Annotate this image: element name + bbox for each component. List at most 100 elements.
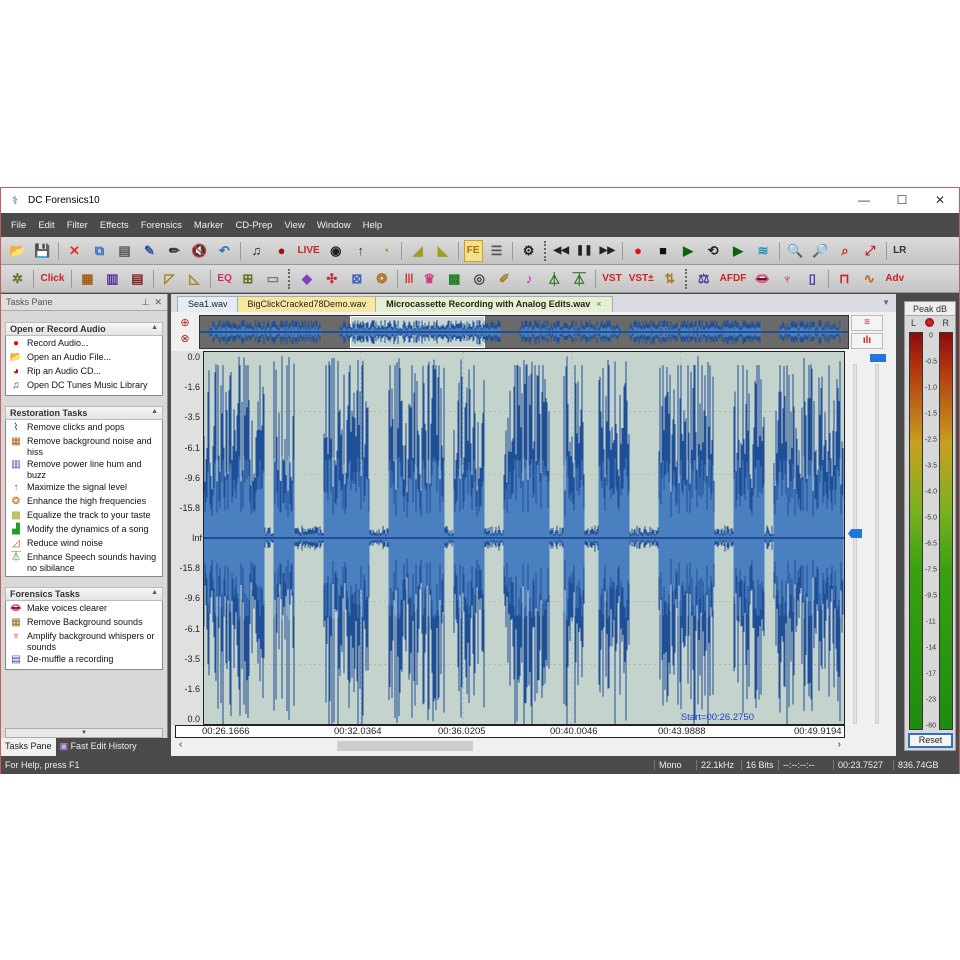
spectrum-icon[interactable]: ≋ [752, 240, 774, 262]
collapse-icon[interactable]: ▲ [151, 324, 158, 334]
zoom-in-icon[interactable]: 🔍 [784, 240, 806, 262]
task-item[interactable]: ▟ Modify the dynamics of a song [6, 523, 162, 537]
tab-fast-edit-history[interactable]: ▣ Fast Edit History [56, 738, 141, 756]
afdf-icon[interactable]: AFDF [718, 268, 749, 290]
pause-icon[interactable]: ❚❚ [574, 240, 595, 262]
task-item[interactable]: ▩ Equalize the track to your taste [6, 509, 162, 523]
spectrogram-icon[interactable]: ▩ [443, 268, 465, 290]
routing-icon[interactable]: ⊞ [237, 268, 259, 290]
menu-cdprep[interactable]: CD-Prep [229, 220, 278, 231]
loop-icon[interactable]: ⟲ [702, 240, 724, 262]
settings-gear-icon[interactable]: ⚙ [518, 240, 540, 262]
task-item[interactable]: ▤ De-muffle a recording [6, 653, 162, 667]
menu-window[interactable]: Window [311, 220, 357, 231]
menu-forensics[interactable]: Forensics [135, 220, 188, 231]
balance-icon[interactable]: ⚖ [693, 268, 715, 290]
close-button[interactable]: ✕ [921, 188, 959, 213]
left-right-channel-icon[interactable]: LR [891, 240, 908, 262]
brush-icon[interactable]: ✐ [493, 268, 515, 290]
menu-file[interactable]: File [5, 220, 32, 231]
fade-in-icon[interactable]: ◢ [407, 240, 429, 262]
scroll-down-button[interactable]: ▼ [5, 728, 163, 738]
zoom-out-icon[interactable]: 🔎 [809, 240, 831, 262]
close-tab-icon[interactable]: × [596, 299, 601, 309]
menu-help[interactable]: Help [357, 220, 389, 231]
pencil-icon[interactable]: ✏ [164, 240, 186, 262]
clip-indicator-icon[interactable] [924, 318, 934, 327]
reset-button[interactable]: Reset [908, 733, 953, 748]
task-item[interactable]: ▦ Remove background noise and hiss [6, 435, 162, 458]
task-group-header[interactable]: Open or Record Audio ▲ [5, 322, 163, 336]
menu-filter[interactable]: Filter [61, 220, 94, 231]
collapse-icon[interactable]: ▲ [151, 408, 158, 418]
equalizer-icon[interactable]: EQ [215, 268, 233, 290]
task-item[interactable]: 👄 Make voices clearer [6, 602, 162, 616]
fade-out-icon[interactable]: ◣ [432, 240, 454, 262]
zoom-selection-icon[interactable]: ⌕ [834, 240, 856, 262]
click-removal-icon[interactable]: Click [39, 268, 67, 290]
filter-trapezoid-icon[interactable]: ⏃ [543, 268, 565, 290]
rip-cd-icon[interactable]: ● [271, 240, 293, 262]
tab-list-dropdown-icon[interactable]: ▼ [882, 298, 890, 307]
volume-track[interactable] [875, 364, 879, 724]
zoom-in-icon[interactable]: ⊕ [175, 315, 195, 331]
music-note-icon[interactable]: ♪ [518, 268, 540, 290]
effect-graph-icon[interactable]: ⊠ [346, 268, 368, 290]
paste-icon[interactable]: ▤ [114, 240, 136, 262]
trophy-icon[interactable]: ♛ [418, 268, 440, 290]
cd-icon[interactable]: ◎ [468, 268, 490, 290]
maximize-button[interactable]: ☐ [883, 188, 921, 213]
task-item[interactable]: 📂 Open an Audio File... [6, 351, 162, 365]
task-item[interactable]: ▥ Remove power line hum and buzz [6, 458, 162, 481]
live-icon[interactable]: LIVE [296, 240, 322, 262]
waveform-plot[interactable]: Start=00:26.2750 [203, 351, 845, 725]
task-item[interactable]: ↑ Maximize the signal level [6, 481, 162, 495]
task-item[interactable]: ❂ Enhance the high frequencies [6, 495, 162, 509]
wind-icon[interactable]: ◺ [183, 268, 205, 290]
music-library-icon[interactable]: ♫ [246, 240, 268, 262]
square-wave-icon[interactable]: ⊓ [833, 268, 855, 290]
tab-sea1[interactable]: Sea1.wav [177, 296, 239, 312]
clock-icon[interactable]: ◔ [375, 240, 397, 262]
task-item[interactable]: ♆ Amplify background whispers or sounds [6, 630, 162, 653]
pin-icon[interactable]: ⊥ [142, 297, 150, 307]
zoom-full-icon[interactable]: ⊗ [175, 331, 195, 347]
waveform-view-icon[interactable]: ≡ [851, 315, 883, 331]
tab-microcassette[interactable]: Microcassette Recording with Analog Edit… [375, 296, 613, 312]
copy-icon[interactable]: ⧉ [89, 240, 111, 262]
vst-icon[interactable]: VST [600, 268, 623, 290]
scroll-left-icon[interactable]: ‹ [179, 739, 182, 750]
maximize-level-icon[interactable]: ↑ [350, 240, 372, 262]
whisper-amplify-icon[interactable]: ♆ [776, 268, 798, 290]
tab-tasks-pane[interactable]: Tasks Pane [1, 738, 56, 756]
waveform-zoom-icon[interactable]: ılı [851, 333, 883, 349]
open-icon[interactable]: 📂 [7, 240, 29, 262]
effect-purple-icon[interactable]: ◆ [296, 268, 318, 290]
sine-wave-icon[interactable]: ∿ [858, 268, 880, 290]
speech-filter-icon[interactable]: ⏄ [568, 268, 590, 290]
horizontal-scrollbar[interactable]: ‹ › [175, 739, 845, 753]
task-group-header[interactable]: Forensics Tasks ▲ [5, 587, 163, 601]
lips-icon[interactable]: 👄 [751, 268, 773, 290]
swap-icon[interactable]: ⇅ [659, 268, 681, 290]
vst-chain-icon[interactable]: VST± [627, 268, 656, 290]
level-bars-icon[interactable]: ||| [403, 268, 415, 290]
phone-icon[interactable]: ▯ [801, 268, 823, 290]
task-group-header[interactable]: Restoration Tasks ▲ [5, 406, 163, 420]
play-from-icon[interactable]: ▶ [727, 240, 749, 262]
zoom-fit-icon[interactable]: ⤢ [859, 240, 881, 262]
toolbar-grip[interactable] [288, 268, 291, 289]
compare-icon[interactable]: ▭ [262, 268, 284, 290]
toolbar-grip[interactable] [544, 240, 547, 261]
noise-reduction-icon[interactable]: ▦ [76, 268, 98, 290]
scroll-thumb[interactable] [337, 741, 473, 751]
noise-map-icon[interactable]: ✲ [7, 268, 29, 290]
fast-forward-icon[interactable]: ▶▶ [598, 240, 617, 262]
split-view-icon[interactable]: ☰ [486, 240, 508, 262]
effect-enhance-icon[interactable]: ❂ [371, 268, 393, 290]
advanced-icon[interactable]: Adv [883, 268, 906, 290]
task-item[interactable]: ◿ Reduce wind noise [6, 537, 162, 551]
delete-icon[interactable]: ✕ [64, 240, 86, 262]
overview-waveform[interactable] [199, 315, 849, 349]
scroll-right-icon[interactable]: › [838, 739, 841, 750]
